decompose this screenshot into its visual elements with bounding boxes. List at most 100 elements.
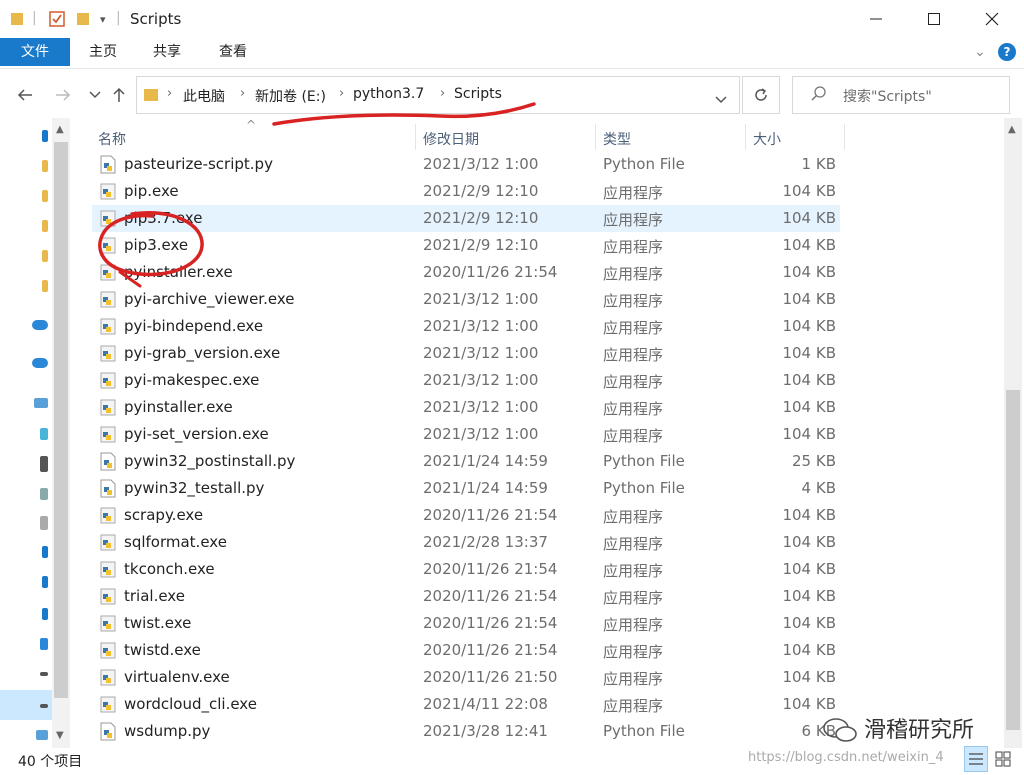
folder-icon[interactable] bbox=[42, 160, 48, 172]
file-size: 104 KB bbox=[782, 236, 836, 254]
file-type: 应用程序 bbox=[603, 535, 664, 553]
forward-arrow-icon bbox=[56, 89, 71, 101]
scroll-down-icon[interactable]: ▼ bbox=[56, 730, 64, 741]
column-divider[interactable] bbox=[595, 124, 596, 150]
file-row[interactable]: scrapy.exe 2020/11/26 21:54 应用程序 104 KB bbox=[92, 502, 840, 529]
file-row[interactable]: sqlformat.exe 2021/2/28 13:37 应用程序 104 KB bbox=[92, 529, 840, 556]
breadcrumb-this-pc[interactable]: 此电脑 bbox=[183, 86, 225, 106]
file-name: sqlformat.exe bbox=[124, 533, 227, 551]
column-divider[interactable] bbox=[415, 124, 416, 150]
music-icon[interactable] bbox=[42, 576, 48, 588]
exe-file-icon bbox=[100, 587, 116, 606]
properties-icon[interactable] bbox=[48, 10, 66, 32]
exe-file-icon bbox=[100, 695, 116, 714]
folder-icon[interactable] bbox=[42, 220, 48, 232]
file-date-modified: 2021/2/9 12:10 bbox=[423, 209, 539, 227]
exe-file-icon bbox=[100, 533, 116, 552]
file-row[interactable]: twistd.exe 2020/11/26 21:54 应用程序 104 KB bbox=[92, 637, 840, 664]
column-type[interactable]: 类型 bbox=[603, 129, 631, 149]
this-pc-icon[interactable] bbox=[34, 398, 48, 408]
back-button[interactable] bbox=[12, 82, 38, 108]
downloads-icon[interactable] bbox=[42, 546, 48, 558]
pictures-icon[interactable] bbox=[40, 488, 48, 500]
file-name: pasteurize-script.py bbox=[124, 155, 273, 173]
file-row[interactable]: tkconch.exe 2020/11/26 21:54 应用程序 104 KB bbox=[92, 556, 840, 583]
tab-view[interactable]: 查看 bbox=[208, 38, 258, 66]
search-icon bbox=[811, 86, 827, 106]
recent-locations-button[interactable] bbox=[82, 82, 108, 108]
navigation-scrollbar[interactable]: ▲ ▼ bbox=[52, 118, 70, 750]
drive-icon[interactable] bbox=[40, 672, 48, 676]
refresh-button[interactable] bbox=[742, 76, 780, 114]
file-row[interactable]: trial.exe 2020/11/26 21:54 应用程序 104 KB bbox=[92, 583, 840, 610]
help-icon[interactable]: ? bbox=[998, 43, 1016, 61]
file-type: 应用程序 bbox=[603, 670, 664, 688]
file-size: 104 KB bbox=[782, 425, 836, 443]
details-view-button[interactable] bbox=[964, 746, 988, 772]
close-button[interactable] bbox=[962, 0, 1022, 38]
file-row[interactable]: pyi-set_version.exe 2021/3/12 1:00 应用程序 104… bbox=[92, 421, 840, 448]
column-date-modified[interactable]: 修改日期 bbox=[423, 129, 479, 149]
file-type: 应用程序 bbox=[603, 373, 664, 391]
scroll-thumb[interactable] bbox=[1006, 390, 1020, 730]
tab-file[interactable]: 文件 bbox=[0, 38, 70, 66]
column-name[interactable]: 名称 bbox=[98, 129, 126, 149]
quick-access-dropdown-icon[interactable]: ▾ bbox=[100, 13, 106, 26]
item-count: 40 个项目 bbox=[18, 754, 83, 770]
tab-share[interactable]: 共享 bbox=[142, 38, 192, 66]
file-row[interactable]: wsdump.py 2021/3/28 12:41 Python File 6 KB bbox=[92, 718, 840, 745]
address-dropdown-icon[interactable] bbox=[715, 89, 727, 108]
scroll-thumb[interactable] bbox=[54, 142, 68, 698]
forward-button[interactable] bbox=[50, 82, 76, 108]
file-row[interactable]: pyi-grab_version.exe 2021/3/12 1:00 应用程序 10… bbox=[92, 340, 840, 367]
onedrive-icon[interactable] bbox=[32, 320, 48, 330]
file-row[interactable]: virtualenv.exe 2020/11/26 21:50 应用程序 104 KB bbox=[92, 664, 840, 691]
tab-home[interactable]: 主页 bbox=[78, 38, 128, 66]
videos-icon[interactable] bbox=[40, 456, 48, 472]
file-row[interactable]: twist.exe 2020/11/26 21:54 应用程序 104 KB bbox=[92, 610, 840, 637]
expand-ribbon-icon[interactable]: ⌄ bbox=[974, 44, 986, 60]
search-box[interactable]: 搜索"Scripts" bbox=[792, 76, 1010, 114]
file-row[interactable]: pywin32_testall.py 2021/1/24 14:59 Python … bbox=[92, 475, 840, 502]
file-date-modified: 2021/3/28 12:41 bbox=[423, 722, 548, 740]
column-divider[interactable] bbox=[745, 124, 746, 150]
folder-icon[interactable] bbox=[42, 190, 48, 202]
file-row[interactable]: pip.exe 2021/2/9 12:10 应用程序 104 KB bbox=[92, 178, 840, 205]
file-row[interactable]: pyi-makespec.exe 2021/3/12 1:00 应用程序 104 KB bbox=[92, 367, 840, 394]
exe-file-icon bbox=[100, 506, 116, 525]
file-row[interactable]: wordcloud_cli.exe 2021/4/11 22:08 应用程序 104 … bbox=[92, 691, 840, 718]
scroll-up-icon[interactable]: ▲ bbox=[1008, 124, 1016, 135]
3d-objects-icon[interactable] bbox=[40, 428, 48, 440]
new-folder-icon[interactable] bbox=[76, 10, 90, 30]
column-divider[interactable] bbox=[844, 124, 845, 150]
file-row[interactable]: pywin32_postinstall.py 2021/1/24 14:59 Pyt… bbox=[92, 448, 840, 475]
onedrive-icon[interactable] bbox=[32, 358, 48, 368]
back-arrow-icon bbox=[17, 89, 32, 101]
chevron-down-icon bbox=[89, 91, 101, 99]
scroll-up-icon[interactable]: ▲ bbox=[56, 124, 64, 135]
file-date-modified: 2020/11/26 21:54 bbox=[423, 560, 558, 578]
folder-icon[interactable] bbox=[42, 250, 48, 262]
large-icons-view-button[interactable] bbox=[992, 746, 1014, 770]
file-size: 104 KB bbox=[782, 614, 836, 632]
up-button[interactable] bbox=[106, 82, 132, 108]
file-row[interactable]: pyi-bindepend.exe 2021/3/12 1:00 应用程序 104 K… bbox=[92, 313, 840, 340]
file-row[interactable]: pyinstaller.exe 2021/3/12 1:00 应用程序 104 KB bbox=[92, 394, 840, 421]
folder-icon[interactable] bbox=[42, 280, 48, 292]
column-size[interactable]: 大小 bbox=[753, 129, 781, 149]
maximize-button[interactable] bbox=[904, 0, 964, 38]
windows-drive-icon[interactable] bbox=[40, 638, 48, 650]
desktop-icon[interactable] bbox=[42, 608, 48, 620]
nav-item-selected[interactable] bbox=[0, 690, 52, 720]
watermark-url: https://blog.csdn.net/weixin_4 bbox=[748, 750, 944, 765]
file-size: 104 KB bbox=[782, 695, 836, 713]
file-row[interactable]: pasteurize-script.py 2021/3/12 1:00 Python… bbox=[92, 151, 840, 178]
file-date-modified: 2021/1/24 14:59 bbox=[423, 479, 548, 497]
file-name: virtualenv.exe bbox=[124, 668, 230, 686]
file-date-modified: 2021/2/28 13:37 bbox=[423, 533, 548, 551]
documents-icon[interactable] bbox=[40, 516, 48, 530]
file-type: 应用程序 bbox=[603, 238, 664, 256]
quick-access-icon[interactable] bbox=[42, 130, 48, 142]
network-icon[interactable] bbox=[36, 730, 48, 740]
minimize-button[interactable] bbox=[846, 0, 906, 38]
